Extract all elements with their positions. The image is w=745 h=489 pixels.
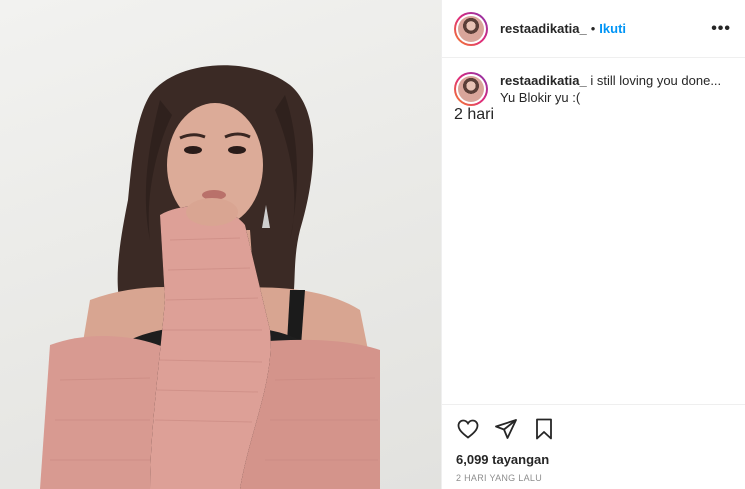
caption-username-link[interactable]: restaadikatia_ <box>500 73 587 88</box>
bookmark-icon[interactable] <box>532 417 556 441</box>
post-date: 2 HARI YANG LALU <box>456 473 542 483</box>
caption-timestamp[interactable]: 2 hari <box>454 106 729 124</box>
caption-avatar[interactable] <box>454 72 488 106</box>
avatar-image <box>458 15 484 42</box>
post-caption: restaadikatia_ i still loving you done..… <box>454 72 729 106</box>
header-username-link[interactable]: restaadikatia_ <box>500 21 587 36</box>
action-bar <box>442 404 745 452</box>
follow-button[interactable]: Ikuti <box>599 21 626 36</box>
avatar-image <box>458 76 484 102</box>
more-options-icon[interactable]: ••• <box>711 20 731 38</box>
profile-avatar[interactable] <box>454 11 488 46</box>
paper-plane-icon[interactable] <box>494 417 518 441</box>
instagram-post: restaadikatia_ • Ikuti ••• restaadikatia… <box>0 0 745 489</box>
comments-area: restaadikatia_ i still loving you done..… <box>442 58 745 404</box>
view-count[interactable]: 6,099 tayangan <box>442 452 745 467</box>
header-separator: • <box>590 21 596 36</box>
woman-in-pink-sweater-image <box>40 65 380 489</box>
post-header: restaadikatia_ • Ikuti ••• <box>442 0 745 58</box>
post-photo[interactable] <box>0 0 441 489</box>
post-side-panel: restaadikatia_ • Ikuti ••• restaadikatia… <box>441 0 745 489</box>
caption-body-line2: Yu Blokir yu :( <box>500 90 581 105</box>
caption-text: restaadikatia_ i still loving you done..… <box>500 72 721 106</box>
heart-icon[interactable] <box>456 417 480 441</box>
caption-body: i still loving you done... <box>590 73 722 88</box>
